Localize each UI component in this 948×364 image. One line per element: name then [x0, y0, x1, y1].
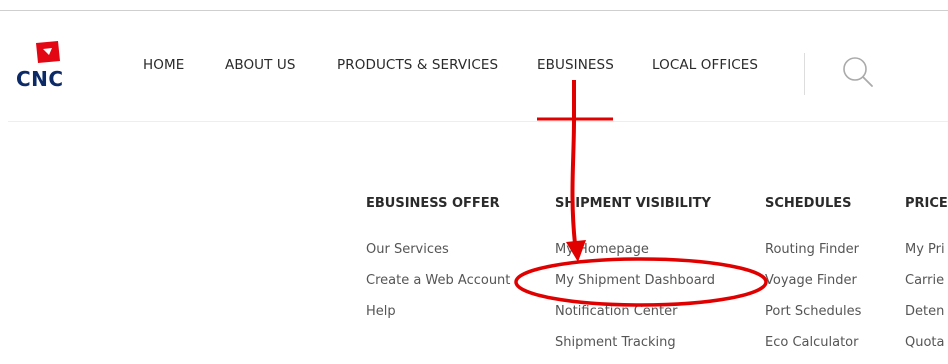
- menu-link[interactable]: Routing Finder: [765, 240, 861, 271]
- header-divider: [8, 121, 948, 122]
- menu-heading: EBUSINESS OFFER: [366, 196, 500, 211]
- menu-column-shipment-visibility: SHIPMENT VISIBILITY My Homepage My Shipm…: [555, 196, 715, 350]
- menu-list: My Pri Carrie Deten Quota: [905, 240, 945, 364]
- menu-link-shipment-tracking[interactable]: Shipment Tracking: [555, 333, 715, 364]
- nav-item-ebusiness[interactable]: EBUSINESS: [537, 57, 614, 73]
- menu-link[interactable]: Port Schedules: [765, 302, 861, 333]
- menu-column-price: PRICE My Pri Carrie Deten Quota: [905, 196, 948, 350]
- nav-item-about-us[interactable]: ABOUT US: [225, 57, 296, 73]
- nav-separator: [804, 53, 805, 95]
- menu-link[interactable]: Carrie: [905, 271, 945, 302]
- menu-list: Our Services Create a Web Account Help: [366, 240, 510, 333]
- nav-item-products-services[interactable]: PRODUCTS & SERVICES: [337, 57, 498, 73]
- menu-link-notification-center[interactable]: Notification Center: [555, 302, 715, 333]
- menu-link[interactable]: Help: [366, 302, 510, 333]
- menu-link-my-homepage[interactable]: My Homepage: [555, 240, 715, 271]
- menu-link[interactable]: Voyage Finder: [765, 271, 861, 302]
- menu-heading: PRICE: [905, 196, 948, 211]
- menu-link[interactable]: Quota: [905, 333, 945, 364]
- menu-link[interactable]: Eco Calculator: [765, 333, 861, 364]
- search-icon[interactable]: [840, 55, 874, 89]
- menu-link[interactable]: Create a Web Account: [366, 271, 510, 302]
- menu-link[interactable]: My Pri: [905, 240, 945, 271]
- brand-name: CNC: [16, 67, 64, 91]
- menu-link[interactable]: Deten: [905, 302, 945, 333]
- menu-heading: SCHEDULES: [765, 196, 852, 211]
- site-header: CNC HOME ABOUT US PRODUCTS & SERVICES EB…: [0, 11, 948, 121]
- menu-column-ebusiness-offer: EBUSINESS OFFER Our Services Create a We…: [366, 196, 510, 319]
- menu-list: My Homepage My Shipment Dashboard Notifi…: [555, 240, 715, 364]
- nav-item-home[interactable]: HOME: [143, 57, 184, 73]
- nav-item-local-offices[interactable]: LOCAL OFFICES: [652, 57, 758, 73]
- menu-link[interactable]: Our Services: [366, 240, 510, 271]
- menu-link-my-shipment-dashboard[interactable]: My Shipment Dashboard: [555, 271, 715, 302]
- menu-column-schedules: SCHEDULES Routing Finder Voyage Finder P…: [765, 196, 861, 350]
- brand-logo[interactable]: CNC: [14, 39, 86, 99]
- flag-icon: [36, 41, 60, 63]
- menu-heading: SHIPMENT VISIBILITY: [555, 196, 711, 211]
- menu-list: Routing Finder Voyage Finder Port Schedu…: [765, 240, 861, 364]
